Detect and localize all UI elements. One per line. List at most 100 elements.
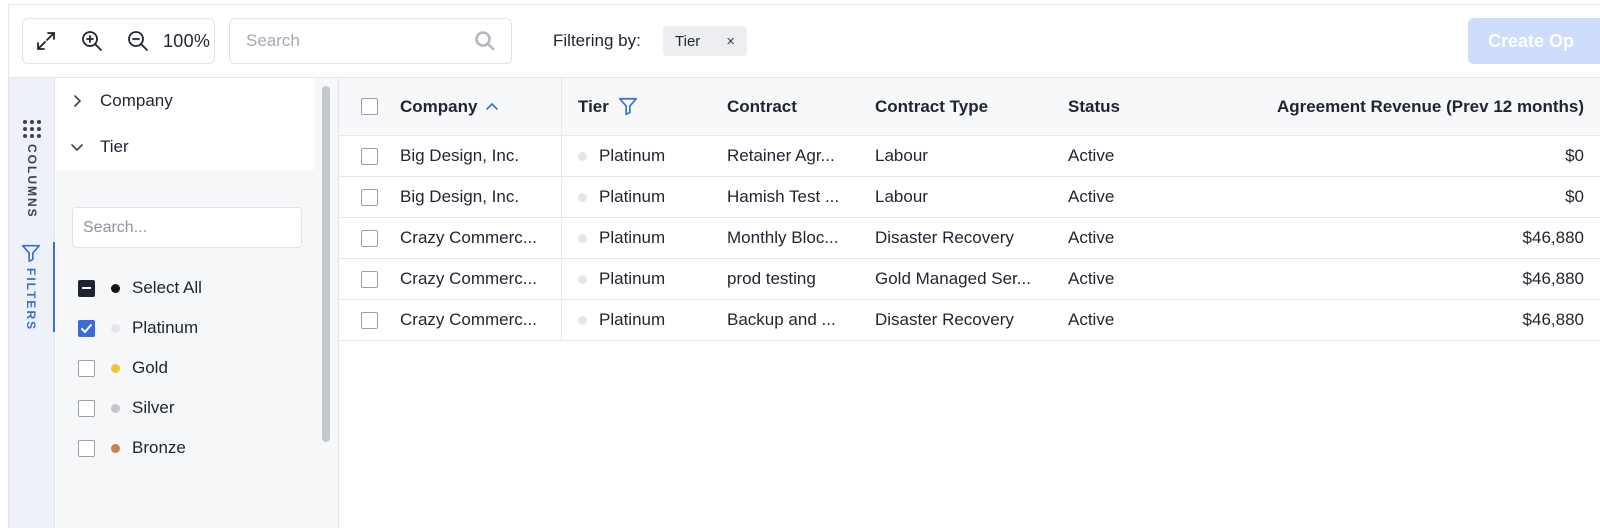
grid-header-row: Company Tier Contract Contract Type Stat… [339,78,1600,136]
zoom-out-button[interactable] [115,19,161,63]
chevron-right-icon [74,95,82,107]
company-name: Big Design, Inc. [400,187,520,206]
contract-type-cell: Labour [875,187,928,206]
header-company-cell: Company [339,78,562,135]
tier-value: Platinum [599,228,666,247]
table-row[interactable]: Crazy Commerc... Platinum Monthly Bloc..… [339,218,1600,259]
column-header-revenue[interactable]: Agreement Revenue (Prev 12 months) [1168,97,1600,117]
contract-cell: Retainer Agr... [727,146,835,165]
checkbox[interactable] [78,319,95,337]
search-icon[interactable] [473,29,497,53]
filter-option-silver[interactable]: Silver [78,388,202,428]
tier-dot [578,233,587,243]
table-row[interactable]: Crazy Commerc... Platinum prod testing G… [339,259,1600,300]
revenue-cell: $46,880 [1522,269,1584,288]
color-dot [111,443,120,453]
tier-cell: Platinum [562,187,727,207]
table-row[interactable]: Crazy Commerc... Platinum Backup and ...… [339,300,1600,341]
checkmark-icon [81,323,92,333]
revenue-cell: $46,880 [1522,310,1584,329]
filter-group-tier[interactable]: Tier [56,124,314,170]
create-button[interactable]: Create Op [1468,18,1600,64]
company-name: Big Design, Inc. [400,146,520,165]
close-icon[interactable]: × [726,33,735,50]
contract-cell: Monthly Bloc... [727,228,839,247]
filter-chip-tier[interactable]: Tier × [663,26,747,56]
filtering-by-label: Filtering by: [553,31,641,50]
column-header-tier[interactable]: Tier [578,97,609,117]
tier-cell: Platinum [562,228,727,248]
row-checkbox[interactable] [361,229,378,247]
tier-cell: Platinum [562,310,727,330]
row-checkbox[interactable] [361,147,378,165]
filter-options: Select All Platinum Gold Silver Bronze [78,268,202,468]
header-tier-cell: Tier [562,96,727,118]
filter-option-select-all[interactable]: Select All [78,268,202,308]
color-dot [111,363,120,373]
filter-option-gold[interactable]: Gold [78,348,202,388]
filter-group-label: Company [100,91,173,110]
zoom-controls: 100% [22,18,215,64]
revenue-cell: $0 [1565,187,1584,206]
filter-option-label: Platinum [132,318,199,337]
company-cell: Big Design, Inc. [339,177,562,217]
filter-group-company[interactable]: Company [56,78,314,124]
table-row[interactable]: Big Design, Inc. Platinum Retainer Agr..… [339,136,1600,177]
filter-option-label: Gold [132,358,168,377]
checkbox[interactable] [78,439,95,457]
revenue-cell: $46,880 [1522,228,1584,247]
filter-panel: Company Tier Select All Platinum [56,78,339,528]
select-all-rows-checkbox[interactable] [361,98,378,115]
column-header-contract-type[interactable]: Contract Type [875,97,1068,117]
expand-button[interactable] [23,19,69,63]
filter-active-icon[interactable] [617,96,639,118]
table-row[interactable]: Big Design, Inc. Platinum Hamish Test ..… [339,177,1600,218]
contract-type-cell: Labour [875,146,928,165]
filter-option-label: Select All [132,278,202,297]
panel-scrollbar[interactable] [322,86,330,442]
chevron-down-icon [71,144,83,152]
row-checkbox[interactable] [361,188,378,206]
tier-dot [578,315,587,325]
grid-dots-icon [23,120,41,138]
row-checkbox[interactable] [361,311,378,329]
status-cell: Active [1068,187,1115,206]
tier-value: Platinum [599,310,666,329]
company-cell: Crazy Commerc... [339,259,562,299]
filter-group-label: Tier [100,137,129,156]
row-checkbox[interactable] [361,270,378,288]
search-box [229,18,512,64]
contract-cell: Backup and ... [727,310,836,329]
filter-option-label: Silver [132,398,175,417]
checkbox[interactable] [78,359,95,377]
filter-option-bronze[interactable]: Bronze [78,428,202,468]
toolbar: 100% Filtering by: Tier × Create Op [9,5,1600,78]
tab-filters[interactable]: FILTERS [9,242,55,332]
zoom-in-button[interactable] [69,19,115,63]
checkbox[interactable] [78,399,95,417]
tab-columns[interactable]: COLUMNS [9,118,55,219]
status-cell: Active [1068,269,1115,288]
column-header-company[interactable]: Company [400,97,477,117]
revenue-cell: $0 [1565,146,1584,165]
filter-search-input[interactable] [83,218,291,237]
app-frame: 100% Filtering by: Tier × Create Op COLU… [8,4,1600,528]
color-dot [111,323,120,333]
tab-columns-label: COLUMNS [25,144,39,219]
column-header-contract[interactable]: Contract [727,97,875,117]
status-cell: Active [1068,310,1115,329]
sort-ascending-icon[interactable] [485,100,499,114]
filter-option-platinum[interactable]: Platinum [78,308,202,348]
company-cell: Crazy Commerc... [339,218,562,258]
zoom-in-icon [82,31,102,51]
color-dot [111,403,120,413]
contract-cell: prod testing [727,269,816,288]
status-cell: Active [1068,228,1115,247]
column-header-status[interactable]: Status [1068,97,1168,117]
search-input[interactable] [246,31,466,51]
checkbox[interactable] [78,279,95,297]
filter-option-label: Bronze [132,438,186,457]
zoom-level: 100% [163,30,211,51]
filter-groups: Company Tier [56,78,314,170]
tier-dot [578,192,587,202]
